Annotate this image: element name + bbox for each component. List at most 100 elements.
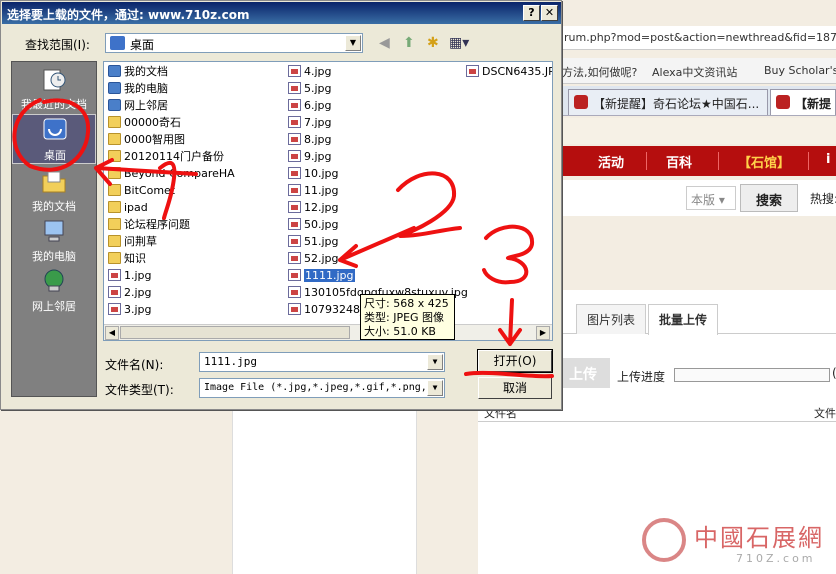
- file-item[interactable]: 12.jpg: [286, 200, 339, 216]
- favorite-link-alexa[interactable]: Alexa中文资讯站: [652, 64, 737, 80]
- file-name: 我的文档: [124, 65, 168, 78]
- file-item[interactable]: 52.jpg: [286, 251, 339, 267]
- file-name: 0000智用图: [124, 133, 185, 146]
- file-name: 9.jpg: [304, 150, 332, 163]
- dialog-titlebar[interactable]: 选择要上载的文件，通过: www.710z.com ? ✕: [2, 2, 561, 24]
- scroll-left-icon[interactable]: ◀: [105, 326, 119, 340]
- nav-item-more[interactable]: i: [826, 152, 830, 167]
- search-button[interactable]: 搜索: [740, 184, 798, 212]
- watermark-title: 中國石展網: [694, 524, 824, 552]
- filetype-select[interactable]: Image File (*.jpg,*.jpeg,*.gif,*.png, ▼: [199, 378, 445, 398]
- file-item[interactable]: BitComet: [106, 183, 175, 199]
- file-item[interactable]: 8.jpg: [286, 132, 332, 148]
- tab-batch-upload[interactable]: 批量上传: [648, 304, 719, 335]
- scrollbar-thumb[interactable]: [120, 326, 350, 339]
- file-item[interactable]: 我的电脑: [106, 81, 168, 97]
- file-item[interactable]: 6.jpg: [286, 98, 332, 114]
- back-icon[interactable]: ◀: [379, 34, 390, 52]
- place-desktop[interactable]: 桌面: [12, 114, 96, 164]
- file-item[interactable]: 00000奇石: [106, 115, 181, 131]
- search-scope-select[interactable]: 本版 ▾: [686, 186, 736, 210]
- image-file-icon: [288, 99, 301, 111]
- file-item[interactable]: 0000智用图: [106, 132, 185, 148]
- place-my-documents[interactable]: 我的文档: [12, 166, 96, 216]
- file-item[interactable]: 7.jpg: [286, 115, 332, 131]
- nav-item-activity[interactable]: 活动: [598, 152, 624, 171]
- file-item[interactable]: 网上邻居: [106, 98, 168, 114]
- col-file: 文件: [814, 407, 836, 420]
- nav-item-wiki[interactable]: 百科: [666, 152, 692, 171]
- file-item[interactable]: 我的文档: [106, 64, 168, 80]
- filename-input[interactable]: 1111.jpg ▼: [199, 352, 445, 372]
- folder-icon: [108, 252, 121, 264]
- view-menu-icon[interactable]: ▦▾: [449, 34, 469, 52]
- place-label: 我最近的文档: [21, 98, 87, 111]
- hot-search-label: 热搜:: [810, 192, 836, 206]
- page-content-strip: [232, 410, 417, 574]
- lookin-combo[interactable]: 桌面 ▼: [105, 33, 363, 53]
- desktop-icon: [110, 36, 125, 50]
- file-item[interactable]: 1.jpg: [106, 268, 152, 284]
- image-file-icon: [288, 269, 301, 281]
- favorite-link-1[interactable]: 方法,如何做呢?: [562, 64, 637, 80]
- file-item[interactable]: 10793248_: [286, 302, 366, 318]
- horizontal-scrollbar[interactable]: ◀ ▶: [104, 324, 552, 340]
- file-item[interactable]: 问荆草: [106, 234, 157, 250]
- file-name: 10793248_: [304, 303, 366, 316]
- file-item[interactable]: 20120114门户备份: [106, 149, 224, 165]
- place-recent[interactable]: 我最近的文档: [12, 64, 96, 114]
- image-file-icon: [288, 303, 301, 315]
- browser-tab-2[interactable]: 【新提: [770, 89, 836, 115]
- file-item[interactable]: 知识: [106, 251, 146, 267]
- file-item[interactable]: 9.jpg: [286, 149, 332, 165]
- chevron-down-icon[interactable]: ▼: [427, 354, 443, 370]
- chevron-down-icon[interactable]: ▼: [345, 35, 361, 51]
- favorites-bar: 方法,如何做呢? Alexa中文资讯站 Buy Scholar's R: [562, 58, 836, 84]
- tab-image-list[interactable]: 图片列表: [576, 304, 647, 334]
- file-item[interactable]: 51.jpg: [286, 234, 339, 250]
- file-item[interactable]: 11.jpg: [286, 183, 339, 199]
- file-name: 20120114门户备份: [124, 150, 224, 163]
- image-file-icon: [288, 252, 301, 264]
- chevron-down-icon[interactable]: ▼: [427, 380, 443, 396]
- file-item[interactable]: ipad: [106, 200, 148, 216]
- nav-item-stone-hall[interactable]: 【石馆】: [738, 152, 790, 171]
- folder-icon: [108, 133, 121, 145]
- place-my-computer[interactable]: 我的电脑: [12, 216, 96, 266]
- upload-button[interactable]: 上传: [556, 358, 610, 388]
- file-item[interactable]: Beyond CompareHA: [106, 166, 235, 182]
- file-name: 论坛程序问题: [124, 218, 190, 231]
- cancel-button[interactable]: 取消: [478, 377, 552, 399]
- file-item[interactable]: 5.jpg: [286, 81, 332, 97]
- scroll-right-icon[interactable]: ▶: [536, 326, 550, 340]
- file-item[interactable]: 3.jpg: [106, 302, 152, 318]
- folder-icon: [108, 201, 121, 213]
- file-item[interactable]: 论坛程序问题: [106, 217, 190, 233]
- file-item[interactable]: 10.jpg: [286, 166, 339, 182]
- file-item[interactable]: 2.jpg: [106, 285, 152, 301]
- file-name: 知识: [124, 252, 146, 265]
- filetype-value: Image File (*.jpg,*.jpeg,*.gif,*.png,: [204, 382, 427, 393]
- file-name: 6.jpg: [304, 99, 332, 112]
- open-button[interactable]: 打开(O): [477, 349, 553, 373]
- system-folder-icon: [108, 82, 121, 94]
- close-button[interactable]: ✕: [541, 5, 558, 21]
- browser-tab-1[interactable]: 【新提醒】奇石论坛★中国石...: [568, 89, 768, 115]
- image-file-icon: [288, 167, 301, 179]
- favorite-link-scholar[interactable]: Buy Scholar's R: [764, 64, 836, 77]
- file-item[interactable]: 4.jpg: [286, 64, 332, 80]
- new-folder-icon[interactable]: ✱: [427, 34, 439, 52]
- nav-divider: [718, 152, 719, 170]
- file-item-selected[interactable]: 1111.jpg: [286, 268, 355, 284]
- my-computer-icon: [44, 220, 64, 242]
- help-button[interactable]: ?: [523, 5, 540, 21]
- file-name: BitComet: [124, 184, 176, 197]
- up-folder-icon[interactable]: ⬆: [403, 34, 415, 52]
- place-label: 我的电脑: [32, 250, 76, 263]
- file-item[interactable]: DSCN6435.JPG: [464, 64, 552, 80]
- place-network[interactable]: 网上邻居: [12, 266, 96, 316]
- file-item[interactable]: 50.jpg: [286, 217, 339, 233]
- file-name: 2.jpg: [124, 286, 152, 299]
- address-bar[interactable]: rum.php?mod=post&action=newthread&fid=18…: [562, 26, 836, 50]
- file-info-tooltip: 尺寸: 568 x 425 类型: JPEG 图像 大小: 51.0 KB: [360, 294, 455, 340]
